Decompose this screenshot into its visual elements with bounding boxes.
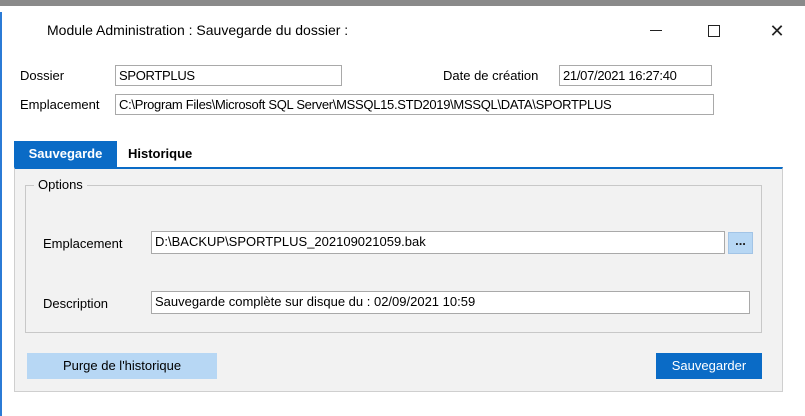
- description-label: Description: [43, 296, 109, 311]
- minimize-button[interactable]: [633, 18, 679, 44]
- options-legend: Options: [34, 177, 87, 192]
- close-button[interactable]: ✕: [754, 18, 800, 44]
- emplacement-path-field[interactable]: C:\Program Files\Microsoft SQL Server\MS…: [115, 94, 714, 115]
- minimize-icon: [650, 30, 662, 32]
- description-input[interactable]: Sauvegarde complète sur disque du : 02/0…: [151, 291, 750, 314]
- date-creation-label: Date de création: [443, 68, 539, 83]
- tab-sauvegarde[interactable]: Sauvegarde: [14, 141, 117, 167]
- tab-historique[interactable]: Historique: [122, 141, 198, 167]
- maximize-button[interactable]: [691, 18, 737, 44]
- browse-button[interactable]: ...: [728, 232, 753, 254]
- close-icon: ✕: [769, 21, 785, 41]
- dossier-field[interactable]: SPORTPLUS: [115, 65, 342, 86]
- title-bar: Module Administration : Sauvegarde du do…: [0, 12, 805, 46]
- window-title: Module Administration : Sauvegarde du do…: [47, 22, 349, 38]
- date-creation-field[interactable]: 21/07/2021 16:27:40: [559, 65, 712, 86]
- backup-emplacement-label: Emplacement: [43, 236, 123, 251]
- maximize-icon: [708, 24, 720, 37]
- dossier-label: Dossier: [20, 68, 65, 83]
- backup-emplacement-input[interactable]: D:\BACKUP\SPORTPLUS_202109021059.bak: [151, 231, 725, 254]
- purge-history-button[interactable]: Purge de l'historique: [27, 353, 217, 379]
- window-left-accent: [0, 12, 2, 416]
- save-button[interactable]: Sauvegarder: [656, 353, 762, 379]
- emplacement-label: Emplacement: [20, 97, 100, 112]
